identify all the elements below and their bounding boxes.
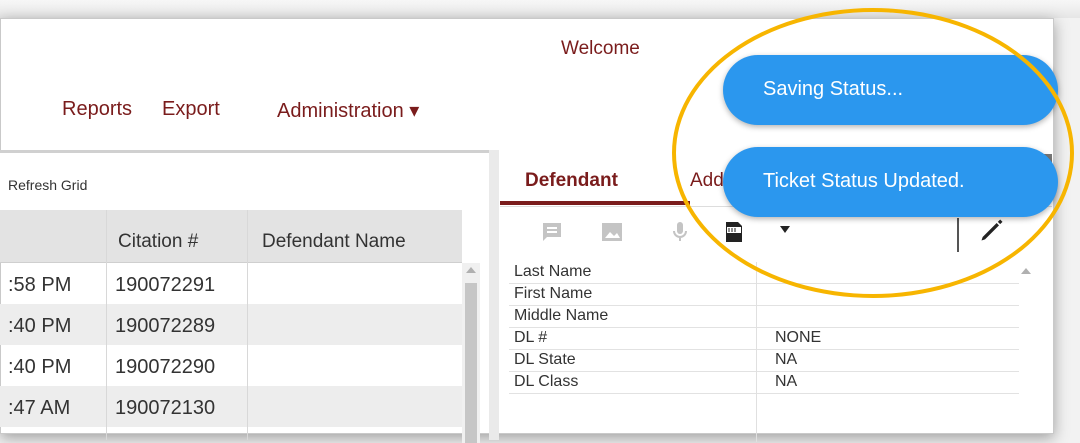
table-row[interactable]: :40 PM 190072289 (0, 304, 462, 345)
scrollbar-thumb[interactable] (465, 283, 477, 443)
highlight-circle (672, 8, 1074, 298)
field-label: Last Name (514, 263, 592, 280)
column-separator (756, 262, 757, 442)
field-value[interactable]: NA (775, 373, 797, 391)
field-row: Middle Name (509, 306, 1019, 328)
grid-header: Citation # Defendant Name (0, 210, 462, 263)
field-row: DL Class NA (509, 372, 1019, 394)
field-label: DL Class (514, 373, 579, 390)
cell-time: :47 AM (8, 397, 71, 419)
table-row[interactable]: :58 PM 190072291 (0, 263, 462, 304)
scroll-up-icon[interactable] (466, 267, 476, 273)
column-separator (247, 210, 248, 440)
column-header-citation[interactable]: Citation # (118, 231, 198, 253)
citation-grid: Citation # Defendant Name :58 PM 1900722… (0, 210, 489, 443)
table-row[interactable]: :40 PM 190072290 (0, 345, 462, 386)
field-row: DL # NONE (509, 328, 1019, 350)
field-row: DL State NA (509, 350, 1019, 372)
welcome-text: Welcome (561, 38, 640, 59)
comment-icon[interactable] (540, 220, 564, 244)
column-separator (106, 210, 107, 440)
pane-separator[interactable] (489, 150, 499, 440)
field-value[interactable]: NA (775, 351, 797, 369)
grid-scrollbar[interactable] (462, 263, 480, 443)
nav-administration[interactable]: Administration ▾ (277, 98, 419, 123)
defendant-fields: Last Name First Name Middle Name DL # NO… (509, 262, 1052, 442)
cell-time: :40 PM (8, 315, 72, 337)
field-value[interactable]: NONE (775, 329, 821, 347)
image-icon[interactable] (600, 220, 624, 244)
microphone-icon[interactable] (668, 220, 692, 244)
cell-citation: 190072290 (115, 356, 216, 378)
nav-reports[interactable]: Reports (62, 98, 132, 121)
refresh-grid-button[interactable]: Refresh Grid (8, 177, 87, 193)
field-label: Middle Name (514, 307, 609, 324)
cell-citation: 190072130 (115, 397, 216, 419)
table-row[interactable]: :47 AM 190072130 (0, 386, 462, 427)
column-header-defendant[interactable]: Defendant Name (262, 231, 406, 253)
field-label: DL State (514, 351, 576, 368)
field-label: DL # (514, 329, 548, 346)
tab-defendant[interactable]: Defendant (525, 170, 618, 192)
nav-export[interactable]: Export (162, 98, 220, 121)
cell-citation: 190072291 (115, 274, 216, 296)
active-tab-indicator (500, 201, 690, 205)
cell-time: :40 PM (8, 356, 72, 378)
cell-citation: 190072289 (115, 315, 216, 337)
cell-time: :58 PM (8, 274, 72, 296)
field-label: First Name (514, 285, 593, 302)
scroll-up-icon[interactable] (1021, 268, 1031, 274)
